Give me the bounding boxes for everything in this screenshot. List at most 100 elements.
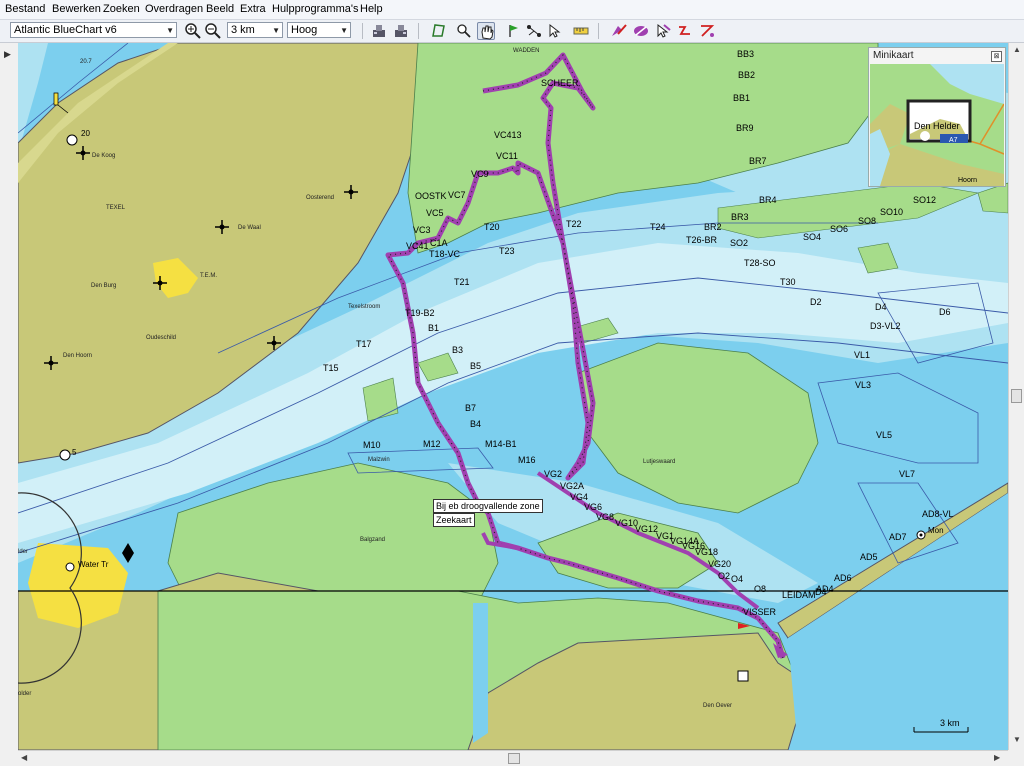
buoy-label: T18-VC — [429, 249, 461, 259]
buoy-label: BB3 — [737, 49, 754, 59]
buoy-label: BR3 — [731, 212, 749, 222]
buoy-label: B1 — [428, 323, 439, 333]
light-marker-icon — [916, 530, 926, 540]
buoy-label: SO6 — [830, 224, 848, 234]
place-label: Oudeschild — [146, 335, 176, 341]
buoy-label: VG8 — [596, 512, 614, 522]
select-region-icon[interactable] — [430, 22, 448, 40]
zoom-tool-icon[interactable] — [455, 22, 473, 40]
buoy-label: VL7 — [899, 469, 915, 479]
buoy-label: T24 — [650, 222, 666, 232]
minimap-title: Minikaart — [873, 50, 914, 61]
toolbar-divider — [598, 23, 599, 39]
place-label: Den Hoorn — [63, 353, 92, 359]
vertical-scroll-thumb[interactable] — [1011, 389, 1022, 403]
buoy-label: BB1 — [733, 93, 750, 103]
edit-track-icon[interactable] — [610, 22, 628, 40]
place-label: De Waal — [238, 225, 261, 231]
buoy-label: SO2 — [730, 238, 748, 248]
detail-level-select[interactable]: Hoog ▼ — [287, 22, 351, 38]
buoy-label: LEIDAM — [782, 590, 816, 600]
buoy-label: O4 — [731, 574, 743, 584]
minimap-panel: Minikaart ⊠ Den Helder A7 Hoorn — [868, 47, 1006, 187]
scroll-right-icon[interactable]: ▶ — [994, 753, 1000, 762]
buoy-label: SO4 — [803, 232, 821, 242]
close-icon[interactable]: ⊠ — [991, 51, 1002, 62]
menu-help[interactable]: Help — [360, 3, 383, 15]
horizontal-scroll-thumb[interactable] — [508, 753, 520, 764]
selection-arrow-icon[interactable] — [545, 22, 563, 40]
menu-extra[interactable]: Extra — [240, 3, 266, 15]
buoy-label: M16 — [518, 455, 536, 465]
buoy-label: T22 — [566, 219, 582, 229]
inlet-channel — [473, 603, 488, 743]
pan-hand-icon[interactable] — [477, 22, 495, 40]
waypoint-flag-icon[interactable] — [505, 22, 523, 40]
buoy-label: VC11 — [496, 151, 518, 161]
menu-beeld[interactable]: Beeld — [206, 3, 234, 15]
scroll-down-icon[interactable]: ▼ — [1013, 735, 1021, 744]
buoy-label: VC413 — [494, 130, 522, 140]
menu-hulpprogrammas[interactable]: Hulpprogramma's — [272, 3, 358, 15]
buoy-label: VISSER — [743, 607, 777, 617]
buoy-label: M12 — [423, 439, 441, 449]
horizontal-scrollbar[interactable]: ◀ ▶ — [18, 750, 1008, 766]
buoy-label: BR2 — [704, 222, 722, 232]
toolbar: Atlantic BlueChart v6 ▼ 3 km ▼ Hoog ▼ — [0, 20, 1024, 43]
select-track-icon[interactable] — [654, 22, 672, 40]
buoy-label: VG2A — [560, 481, 584, 491]
expand-panel-icon[interactable]: ▶ — [4, 49, 11, 60]
buoy-label: AD8-VL — [922, 509, 954, 519]
detail-level-value: Hoog — [291, 24, 318, 36]
zoom-in-icon[interactable] — [184, 22, 202, 40]
minimap-road-label: A7 — [949, 137, 958, 144]
scale-bar: 3 km — [912, 716, 972, 736]
buoy-label: VG20 — [708, 559, 731, 569]
menu-overdragen[interactable]: Overdragen — [145, 3, 203, 15]
map-product-value: Atlantic BlueChart v6 — [14, 24, 117, 36]
lighthouse-icon — [65, 562, 75, 572]
minimap-view[interactable]: Den Helder A7 Hoorn — [870, 64, 1004, 186]
zoom-out-icon[interactable] — [204, 22, 222, 40]
vertical-scrollbar[interactable]: ▲ ▼ — [1008, 43, 1024, 750]
buoy-label: O8 — [754, 584, 766, 594]
place-label: Water Tr — [78, 560, 109, 569]
chevron-down-icon: ▼ — [272, 26, 280, 35]
depth-label: 20 — [81, 129, 90, 138]
scroll-left-icon[interactable]: ◀ — [21, 753, 27, 762]
depth-label: 5 — [72, 448, 77, 457]
measure-ruler-icon[interactable] — [572, 22, 590, 40]
place-label: Mon — [928, 526, 944, 535]
menu-bewerken[interactable]: Bewerken — [52, 3, 101, 15]
buoy-label: D2 — [810, 297, 822, 307]
menu-zoeken[interactable]: Zoeken — [103, 3, 140, 15]
buoy-label: M10 — [363, 440, 381, 450]
menu-bestand[interactable]: Bestand — [5, 3, 45, 15]
place-label: De Koog — [92, 153, 115, 159]
divide-track-icon[interactable] — [676, 22, 694, 40]
chevron-down-icon: ▼ — [166, 26, 174, 35]
zoom-level-select[interactable]: 3 km ▼ — [227, 22, 283, 38]
route-tool-icon[interactable] — [525, 22, 543, 40]
receive-from-device-icon[interactable] — [370, 22, 388, 40]
buoy-label: VL5 — [876, 430, 892, 440]
send-to-device-icon[interactable] — [392, 22, 410, 40]
chart-map[interactable]: WADDEN TEXEL De Koog Oosterend De Waal T… — [18, 43, 1008, 750]
buoy-label: VC9 — [471, 169, 489, 179]
toolbar-divider — [362, 23, 363, 39]
scroll-up-icon[interactable]: ▲ — [1013, 45, 1021, 54]
buoy-label: T15 — [323, 363, 339, 373]
buoy-label: T26-BR — [686, 235, 718, 245]
anchorage-icon — [59, 449, 71, 461]
buoy-label: VL3 — [855, 380, 871, 390]
buoy-label: B7 — [465, 403, 476, 413]
buoy-label: VC7 — [448, 190, 466, 200]
buoy-label: BR9 — [736, 123, 754, 133]
buoy-label: AD4 — [816, 584, 834, 594]
buoy-label: AD7 — [889, 532, 907, 542]
join-track-icon[interactable] — [698, 22, 716, 40]
map-product-select[interactable]: Atlantic BlueChart v6 ▼ — [10, 22, 177, 38]
toolbar-divider — [418, 23, 419, 39]
erase-track-icon[interactable] — [632, 22, 650, 40]
tooltip-line-chart: Zeekaart — [433, 513, 475, 527]
